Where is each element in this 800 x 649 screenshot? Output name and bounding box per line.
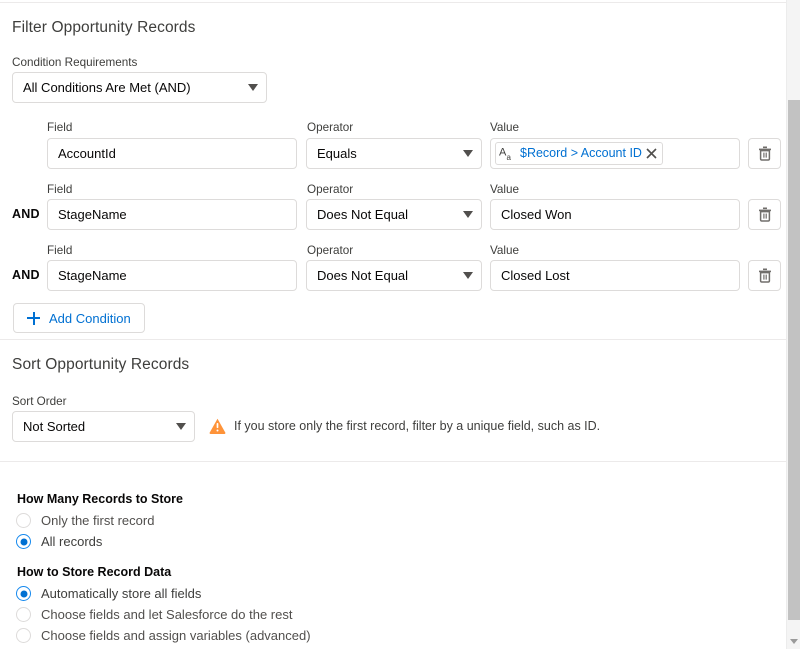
- merge-field-pill[interactable]: A a $Record > Account ID: [495, 142, 663, 165]
- row1-field-header: Field: [47, 121, 73, 134]
- row2-field-header: Field: [47, 183, 73, 196]
- condition-requirements-select[interactable]: All Conditions Are Met (AND): [12, 72, 267, 103]
- radio-indicator: [16, 534, 31, 549]
- radio-indicator: [16, 607, 31, 622]
- row2-value-input[interactable]: Closed Won: [490, 199, 740, 230]
- radio-choose-fields-salesforce-rest[interactable]: Choose fields and let Salesforce do the …: [16, 607, 292, 622]
- row2-field-value: StageName: [58, 207, 127, 222]
- sort-warning-note: If you store only the first record, filt…: [209, 418, 600, 434]
- sort-section-title: Sort Opportunity Records: [12, 356, 190, 373]
- chevron-down-icon: [790, 638, 798, 644]
- panel-content: Filter Opportunity Records Condition Req…: [0, 3, 786, 649]
- radio-label: Choose fields and let Salesforce do the …: [41, 607, 293, 622]
- scrollbar-thumb[interactable]: [788, 100, 800, 620]
- row2-operator-select[interactable]: Does Not Equal: [306, 199, 482, 230]
- filter-sort-divider: [0, 339, 786, 340]
- trash-icon: [758, 207, 771, 222]
- radio-indicator: [16, 586, 31, 601]
- condition-requirements-label: Condition Requirements: [12, 56, 138, 69]
- radio-indicator: [16, 628, 31, 643]
- row3-field-header: Field: [47, 244, 73, 257]
- plus-icon: [27, 311, 40, 325]
- store-record-data-legend: How to Store Record Data: [17, 565, 172, 579]
- row2-operator-header: Operator: [307, 183, 354, 196]
- row3-operator-header: Operator: [307, 244, 354, 257]
- sort-warning-text: If you store only the first record, filt…: [234, 419, 601, 433]
- filter-section-title: Filter Opportunity Records: [12, 19, 196, 36]
- flow-get-records-panel: Filter Opportunity Records Condition Req…: [0, 0, 800, 649]
- svg-text:a: a: [507, 153, 512, 162]
- row1-value-input[interactable]: A a $Record > Account ID: [490, 138, 740, 169]
- trash-icon: [758, 146, 771, 161]
- row3-value-header: Value: [490, 244, 520, 257]
- row1-operator-select[interactable]: Equals: [306, 138, 482, 169]
- radio-label: Automatically store all fields: [41, 586, 202, 601]
- row1-delete-condition-button[interactable]: [748, 138, 781, 169]
- row1-value-header: Value: [490, 121, 520, 134]
- row3-logic-connector: AND: [12, 268, 40, 282]
- radio-choose-fields-assign-variables[interactable]: Choose fields and assign variables (adva…: [16, 628, 311, 643]
- warning-triangle-icon: [209, 418, 226, 434]
- row3-delete-condition-button[interactable]: [748, 260, 781, 291]
- chevron-down-icon: [248, 84, 258, 91]
- radio-only-first-record[interactable]: Only the first record: [16, 513, 154, 528]
- radio-label: Choose fields and assign variables (adva…: [41, 628, 311, 643]
- radio-all-records[interactable]: All records: [16, 534, 102, 549]
- radio-label: Only the first record: [41, 513, 155, 528]
- sort-store-divider: [0, 461, 786, 462]
- add-condition-button[interactable]: Add Condition: [13, 303, 145, 333]
- sort-order-value: Not Sorted: [23, 419, 86, 434]
- trash-icon: [758, 268, 771, 283]
- vertical-scrollbar[interactable]: [786, 0, 800, 649]
- row3-field-value: StageName: [58, 268, 127, 283]
- chevron-down-icon: [463, 150, 473, 157]
- chevron-down-icon: [176, 423, 186, 430]
- text-data-type-icon: A a: [499, 145, 516, 163]
- row3-value-text: Closed Lost: [501, 268, 570, 283]
- row3-operator-select[interactable]: Does Not Equal: [306, 260, 482, 291]
- row1-operator-value: Equals: [317, 146, 357, 161]
- row3-field-input[interactable]: StageName: [47, 260, 297, 291]
- row3-operator-value: Does Not Equal: [317, 268, 409, 283]
- records-to-store-legend: How Many Records to Store: [17, 492, 183, 506]
- merge-field-pill-label: $Record > Account ID: [520, 146, 642, 160]
- add-condition-label: Add Condition: [49, 310, 131, 326]
- scrollbar-down-button[interactable]: [787, 633, 800, 649]
- row2-delete-condition-button[interactable]: [748, 199, 781, 230]
- chevron-down-icon: [463, 211, 473, 218]
- row2-logic-connector: AND: [12, 207, 40, 221]
- radio-label: All records: [41, 534, 103, 549]
- row1-field-input[interactable]: AccountId: [47, 138, 297, 169]
- condition-requirements-value: All Conditions Are Met (AND): [23, 80, 191, 95]
- close-icon[interactable]: [646, 148, 657, 159]
- row3-value-input[interactable]: Closed Lost: [490, 260, 740, 291]
- chevron-down-icon: [463, 272, 473, 279]
- sort-order-label: Sort Order: [12, 395, 67, 408]
- row2-operator-value: Does Not Equal: [317, 207, 409, 222]
- row2-value-text: Closed Won: [501, 207, 572, 222]
- radio-automatically-store-all-fields[interactable]: Automatically store all fields: [16, 586, 201, 601]
- row2-value-header: Value: [490, 183, 520, 196]
- row2-field-input[interactable]: StageName: [47, 199, 297, 230]
- sort-order-select[interactable]: Not Sorted: [12, 411, 195, 442]
- row1-operator-header: Operator: [307, 121, 354, 134]
- row1-field-value: AccountId: [58, 146, 116, 161]
- radio-indicator: [16, 513, 31, 528]
